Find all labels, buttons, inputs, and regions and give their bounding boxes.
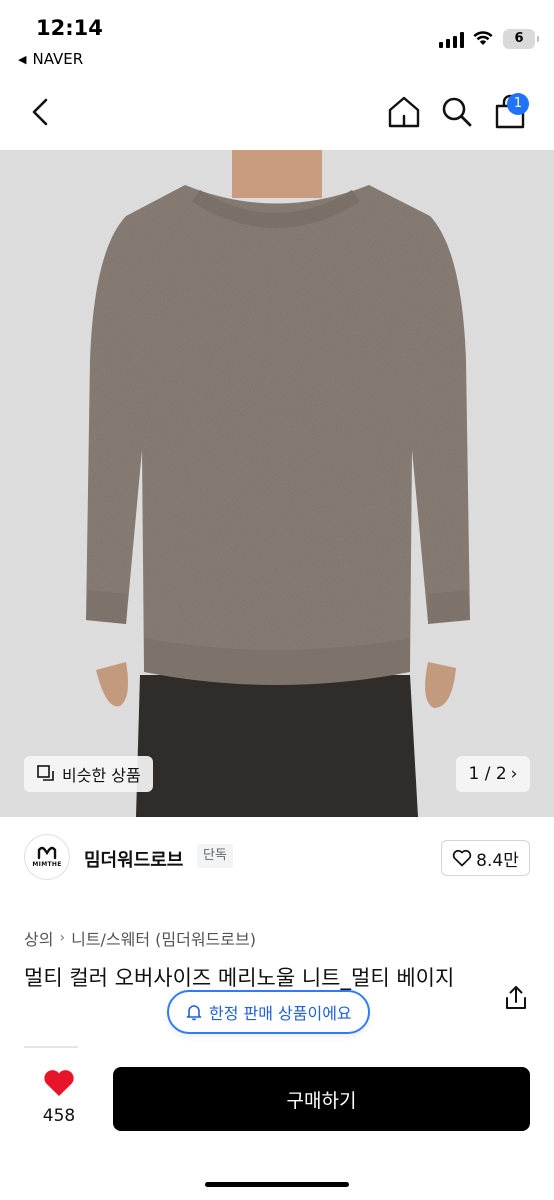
battery-indicator: 6	[503, 29, 539, 49]
status-bar: 12:14 ◀ NAVER 6	[0, 0, 554, 78]
back-triangle-icon: ◀	[18, 52, 27, 66]
store-logo[interactable]: MIMTHE	[24, 834, 70, 880]
heart-outline-icon	[452, 849, 472, 867]
limited-sale-text: 한정 판매 상품이에요	[209, 1004, 352, 1023]
home-icon[interactable]	[384, 92, 424, 132]
app-header: 1	[0, 78, 554, 150]
home-indicator	[205, 1182, 349, 1187]
chevron-right-icon: ›	[59, 930, 66, 946]
wifi-icon	[473, 31, 493, 45]
similar-products-button[interactable]: 비슷한 상품	[24, 756, 153, 792]
product-photo	[0, 150, 554, 817]
breadcrumb-level2[interactable]: 니트/스웨터 (밈더워드로브)	[71, 926, 256, 950]
like-button[interactable]	[36, 1068, 82, 1102]
wishlist-button[interactable]: 8.4만	[441, 840, 530, 876]
back-app-label: NAVER	[32, 50, 84, 68]
back-icon[interactable]	[24, 92, 60, 132]
exclusive-badge: 단독	[197, 844, 233, 868]
cellular-signal-icon	[439, 31, 464, 48]
image-pager[interactable]: 1 / 2 ›	[456, 756, 530, 792]
product-image[interactable]	[0, 150, 554, 817]
wishlist-count: 8.4만	[476, 850, 519, 871]
store-name[interactable]: 밈더워드로브	[84, 846, 183, 872]
bell-icon	[186, 1005, 202, 1021]
share-icon[interactable]	[502, 984, 530, 1012]
like-count: 458	[42, 1106, 76, 1126]
section-divider	[24, 1046, 78, 1048]
cart-count-badge: 1	[507, 93, 529, 115]
breadcrumb-level1[interactable]: 상의	[24, 926, 53, 950]
store-logo-text: MIMTHE	[32, 861, 62, 868]
chevron-right-icon: ›	[510, 764, 518, 784]
search-icon[interactable]	[437, 92, 477, 132]
limited-sale-notice[interactable]: 한정 판매 상품이에요	[167, 990, 370, 1034]
status-time: 12:14	[36, 16, 103, 40]
breadcrumb: 상의 › 니트/스웨터 (밈더워드로브)	[24, 926, 256, 950]
similar-products-label: 비슷한 상품	[62, 766, 141, 785]
heart-filled-icon	[44, 1070, 74, 1096]
copy-squares-icon	[37, 765, 54, 781]
store-logo-mark-icon	[37, 846, 57, 860]
image-pager-label: 1 / 2	[468, 764, 507, 784]
buy-button[interactable]: 구매하기	[113, 1067, 530, 1131]
back-to-app-link[interactable]: ◀ NAVER	[18, 50, 83, 68]
